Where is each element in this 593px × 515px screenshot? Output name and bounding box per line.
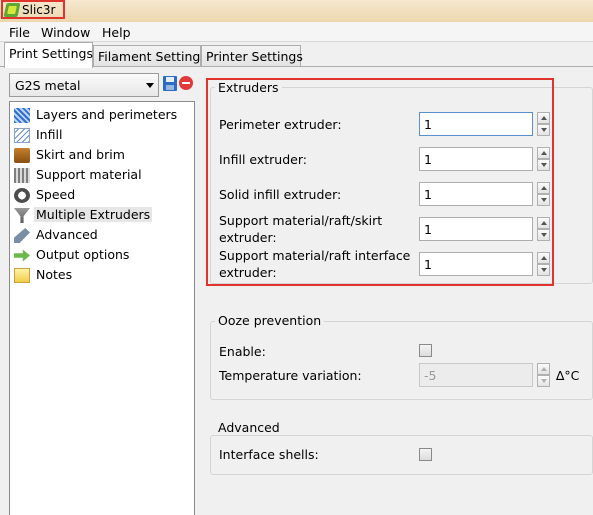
spin-up-icon[interactable] [537, 147, 550, 159]
temperature-variation-label: Temperature variation: [219, 368, 362, 383]
support-material-extruder-label-line2: extruder: [219, 230, 277, 245]
infill-icon [14, 128, 30, 143]
sidebar-item-advanced[interactable]: Advanced [14, 226, 192, 245]
solid-infill-extruder-input[interactable]: 1 [419, 182, 533, 206]
menu-bar: File Window Help [0, 22, 593, 42]
output-icon [14, 249, 30, 262]
ooze-prevention-group-title: Ooze prevention [215, 313, 325, 328]
solid-infill-extruder-label: Solid infill extruder: [219, 187, 342, 202]
solid-infill-extruder-spinner[interactable] [537, 182, 550, 206]
sidebar-item-layers-and-perimeters[interactable]: Layers and perimeters [14, 106, 192, 125]
settings-tabs: Print Settings Filament Settings Printer… [0, 42, 593, 68]
support-interface-extruder-input[interactable]: 1 [419, 252, 533, 276]
window-title: Slic3r [22, 3, 56, 17]
sidebar-item-label: Advanced [36, 227, 98, 242]
sidebar-item-label: Multiple Extruders [34, 207, 153, 222]
spin-up-icon[interactable] [537, 363, 550, 375]
print-settings-panel: G2S metal Layers and perimeters Infill S… [0, 66, 593, 515]
spin-up-icon[interactable] [537, 182, 550, 194]
layers-icon [14, 108, 30, 123]
temperature-variation-input[interactable]: -5 [419, 363, 533, 387]
menu-help[interactable]: Help [102, 25, 131, 40]
support-icon [14, 168, 30, 183]
interface-shells-label: Interface shells: [219, 447, 319, 462]
delete-preset-icon[interactable] [179, 76, 193, 90]
sidebar-item-speed[interactable]: Speed [14, 186, 192, 205]
sidebar-item-notes[interactable]: Notes [14, 266, 192, 285]
sidebar-item-label: Notes [36, 267, 73, 282]
wrench-icon [14, 228, 30, 243]
spin-down-icon[interactable] [537, 124, 550, 136]
infill-extruder-spinner[interactable] [537, 147, 550, 171]
spin-down-icon[interactable] [537, 159, 550, 171]
perimeter-extruder-spinner[interactable] [537, 112, 550, 136]
title-bar: Slic3r [0, 0, 593, 22]
infill-extruder-label: Infill extruder: [219, 152, 307, 167]
tab-printer-settings[interactable]: Printer Settings [201, 45, 303, 67]
menu-window[interactable]: Window [41, 25, 90, 40]
spin-up-icon[interactable] [537, 112, 550, 124]
sidebar-item-multiple-extruders[interactable]: Multiple Extruders [14, 206, 192, 225]
skirt-icon [14, 148, 30, 163]
ooze-prevention-group [210, 321, 593, 400]
sidebar-item-skirt-and-brim[interactable]: Skirt and brim [14, 146, 192, 165]
ooze-enable-label: Enable: [219, 344, 266, 359]
support-material-extruder-label-line1: Support material/raft/skirt [219, 213, 383, 228]
spin-down-icon[interactable] [537, 375, 550, 387]
sidebar-item-output-options[interactable]: Output options [14, 246, 192, 265]
spin-down-icon[interactable] [537, 264, 550, 276]
speed-icon [14, 188, 30, 203]
spin-down-icon[interactable] [537, 229, 550, 241]
temperature-variation-spinner[interactable] [537, 363, 550, 387]
support-material-extruder-spinner[interactable] [537, 217, 550, 241]
extruder-icon [14, 208, 30, 223]
sidebar-item-label: Support material [36, 167, 142, 182]
sidebar-item-label: Layers and perimeters [36, 107, 178, 122]
interface-shells-checkbox[interactable] [419, 448, 432, 461]
infill-extruder-input[interactable]: 1 [419, 147, 533, 171]
sidebar-item-label: Output options [36, 247, 130, 262]
spin-up-icon[interactable] [537, 252, 550, 264]
support-material-extruder-input[interactable]: 1 [419, 217, 533, 241]
extruders-group-title: Extruders [215, 80, 282, 95]
support-interface-extruder-spinner[interactable] [537, 252, 550, 276]
temperature-unit: ∆°C [556, 368, 580, 383]
sidebar-item-label: Infill [36, 127, 63, 142]
ooze-enable-checkbox[interactable] [419, 344, 432, 357]
menu-file[interactable]: File [9, 25, 30, 40]
advanced-group-title: Advanced [215, 420, 283, 435]
preset-dropdown[interactable]: G2S metal [9, 73, 159, 97]
sidebar-item-label: Skirt and brim [36, 147, 125, 162]
chevron-down-icon [146, 83, 154, 88]
notes-icon [14, 268, 30, 283]
preset-selected-value: G2S metal [15, 78, 81, 93]
perimeter-extruder-label: Perimeter extruder: [219, 117, 342, 132]
spin-down-icon[interactable] [537, 194, 550, 206]
sidebar-item-support-material[interactable]: Support material [14, 166, 192, 185]
support-interface-extruder-label-line1: Support material/raft interface [219, 248, 411, 263]
spin-up-icon[interactable] [537, 217, 550, 229]
perimeter-extruder-input[interactable]: 1 [419, 112, 533, 136]
save-preset-icon[interactable] [163, 76, 177, 91]
tab-print-settings[interactable]: Print Settings [4, 42, 93, 68]
sidebar-item-label: Speed [36, 187, 76, 202]
slic3r-logo-icon [3, 3, 21, 17]
tab-filament-settings[interactable]: Filament Settings [93, 45, 207, 67]
settings-sidebar: Layers and perimeters Infill Skirt and b… [9, 101, 195, 515]
support-interface-extruder-label-line2: extruder: [219, 265, 277, 280]
sidebar-item-infill[interactable]: Infill [14, 126, 192, 145]
